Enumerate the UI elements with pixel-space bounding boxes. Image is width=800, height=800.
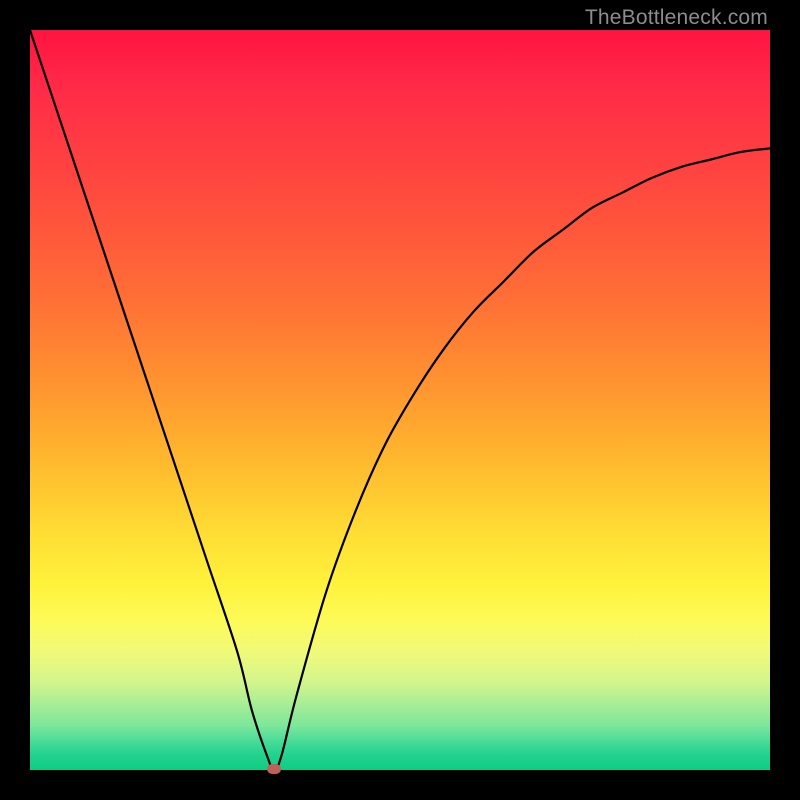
curve-svg <box>30 30 770 770</box>
bottleneck-curve <box>30 30 770 770</box>
plot-area <box>30 30 770 770</box>
chart-frame: TheBottleneck.com <box>0 0 800 800</box>
attribution-text: TheBottleneck.com <box>585 6 768 30</box>
optimal-point-marker <box>267 764 281 774</box>
